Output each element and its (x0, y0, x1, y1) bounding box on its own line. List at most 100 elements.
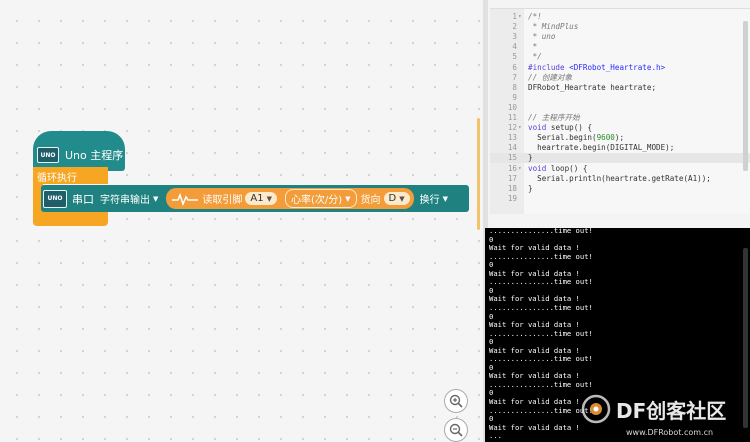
line-number: 2 (512, 22, 517, 32)
read-pin-label: 读取引脚 (202, 195, 243, 206)
fold-arrow-icon[interactable]: ▾ (518, 12, 522, 22)
fold-arrow-icon[interactable]: ▾ (518, 164, 522, 174)
monitor-output-line: ...............time out! (489, 277, 593, 287)
code-text: Serial.println(heartrate.getRate(A1)); (528, 173, 711, 183)
serial-print-block[interactable]: UNO 串口 字符串输出 ▼ 读取引脚 A1 ▼ 心率(次/分) ▼ 货向 D ▼ 换行… (41, 185, 469, 212)
watermark: DF创客社区 (580, 393, 726, 425)
monitor-scrollbar[interactable] (743, 248, 748, 428)
monitor-output-line: Wait for valid data ! (489, 422, 580, 432)
code-text: * MindPlus (528, 22, 579, 32)
line-number: 11 (507, 113, 517, 122)
line-number: 10 (507, 102, 517, 112)
line-number: 13 (507, 133, 517, 143)
line-number: 16 (507, 163, 517, 173)
heartbeat-icon (172, 192, 199, 206)
main-program-label: Uno 主程序 (65, 149, 124, 162)
direction-dropdown[interactable]: D ▼ (383, 192, 410, 205)
newline-value: 换行 (419, 195, 440, 206)
caret-down-icon: ▼ (266, 194, 272, 203)
code-line[interactable]: 4 * (490, 42, 750, 52)
code-line[interactable]: 11 // 主程序开始 (490, 113, 750, 123)
code-line[interactable]: 17 Serial.println(heartrate.getRate(A1))… (490, 174, 750, 184)
code-text: // 主程序开始 (528, 113, 580, 122)
code-editor[interactable]: 1 ▾/*! 2 * MindPlus 3 * uno 4 * 5 */6 #include… (490, 8, 750, 214)
code-line[interactable]: 13 Serial.begin(9600); (490, 133, 750, 143)
loop-block-bottom (33, 212, 108, 226)
line-number: 8 (512, 82, 517, 92)
code-line[interactable]: 10 (490, 103, 750, 113)
code-line[interactable]: 14 heartrate.begin(DIGITAL_MODE); (490, 143, 750, 153)
line-number: 3 (512, 32, 517, 42)
code-line[interactable]: 19 (490, 194, 750, 204)
code-line[interactable]: 5 */ (490, 52, 750, 62)
monitor-output-line: ...............time out! (489, 354, 593, 364)
zoom-in-button[interactable] (444, 389, 468, 413)
line-number: 1 (512, 12, 517, 21)
code-text: DFRobot_Heartrate heartrate; (528, 82, 657, 92)
code-text: * uno (528, 32, 556, 42)
monitor-output-line: ...............time out! (489, 379, 593, 389)
monitor-output-line: ...............time out! (489, 328, 593, 338)
code-text: * (528, 42, 538, 52)
code-line[interactable]: 2 * MindPlus (490, 22, 750, 32)
monitor-output-line: ...............time out! (489, 405, 593, 415)
line-number: 18 (507, 183, 517, 193)
line-number: 7 (512, 72, 517, 82)
code-line[interactable]: 12 ▾ void setup() { (490, 123, 750, 133)
watermark-url: www.DFRobot.com.cn (626, 428, 714, 437)
main-program-header: UNO Uno 主程序 (33, 142, 125, 168)
monitor-output-line: ... (489, 431, 502, 441)
output-mode-value: 字符串输出 (100, 195, 150, 206)
code-text: /*! (528, 12, 542, 21)
direction-label: 货向 (360, 195, 381, 206)
line-number: 14 (507, 143, 517, 153)
code-text: void setup() { (528, 123, 593, 133)
line-number: 6 (512, 62, 517, 72)
line-number: 4 (512, 42, 517, 52)
code-line[interactable]: 1 ▾ /*! (490, 12, 750, 22)
line-number: 9 (512, 92, 517, 102)
heartrate-read-block[interactable]: 读取引脚 A1 ▼ 心率(次/分) ▼ 货向 D ▼ (166, 188, 414, 209)
code-text: */ (528, 52, 542, 62)
loop-label: 循环执行 (37, 173, 77, 184)
editor-scrollbar[interactable] (743, 21, 748, 171)
watermark-brand: DF创客社区 (616, 398, 727, 423)
newline-dropdown[interactable]: 换行 ▼ (419, 191, 449, 207)
fold-arrow-icon[interactable]: ▾ (518, 123, 522, 133)
pin-value: A1 (250, 193, 264, 204)
code-text: } (528, 153, 533, 163)
direction-value: D (388, 193, 397, 204)
caret-down-icon: ▼ (442, 194, 449, 203)
code-text: Serial.begin(9600); (528, 133, 625, 143)
zoom-out-button[interactable] (444, 418, 468, 442)
zoom-in-icon (449, 394, 463, 408)
code-text: // 创建对象 (528, 72, 573, 82)
line-number: 12 (507, 123, 517, 133)
code-line[interactable]: 15} (490, 153, 750, 164)
line-number: 17 (507, 173, 517, 183)
code-line[interactable]: 18} (490, 184, 750, 194)
code-line[interactable]: 8 DFRobot_Heartrate heartrate; (490, 83, 750, 93)
code-line[interactable]: 9 (490, 93, 750, 103)
code-line[interactable]: 6 #include <DFRobot_Heartrate.h> (490, 63, 750, 73)
line-number: 5 (512, 52, 517, 62)
zoom-out-icon (449, 423, 463, 437)
block-workspace[interactable]: UNO Uno 主程序 循环执行 UNO 串口 字符串输出 ▼ 读取引脚 A1 ▼ … (0, 0, 483, 442)
pin-dropdown[interactable]: A1 ▼ (245, 192, 277, 205)
workspace-scrollbar[interactable] (477, 118, 480, 230)
code-line[interactable]: 3 * uno (490, 32, 750, 42)
code-line[interactable]: 7 // 创建对象 (490, 73, 750, 83)
caret-down-icon: ▼ (153, 194, 159, 203)
line-number: 19 (507, 193, 517, 203)
line-number: 15 (507, 153, 517, 163)
measure-dropdown[interactable]: 心率(次/分) ▼ (284, 189, 357, 208)
code-line[interactable]: 16 ▾ void loop() { (490, 164, 750, 174)
code-text: #include <DFRobot_Heartrate.h> (528, 62, 666, 72)
monitor-output-line: ...............time out! (489, 228, 593, 235)
monitor-output-line: ...............time out! (489, 251, 593, 261)
caret-down-icon: ▼ (399, 194, 405, 203)
monitor-output-line: ...............time out! (489, 302, 593, 312)
output-mode-dropdown[interactable]: 字符串输出 ▼ (100, 191, 159, 207)
code-text: heartrate.begin(DIGITAL_MODE); (528, 143, 675, 153)
uno-board-icon: UNO (37, 147, 59, 163)
